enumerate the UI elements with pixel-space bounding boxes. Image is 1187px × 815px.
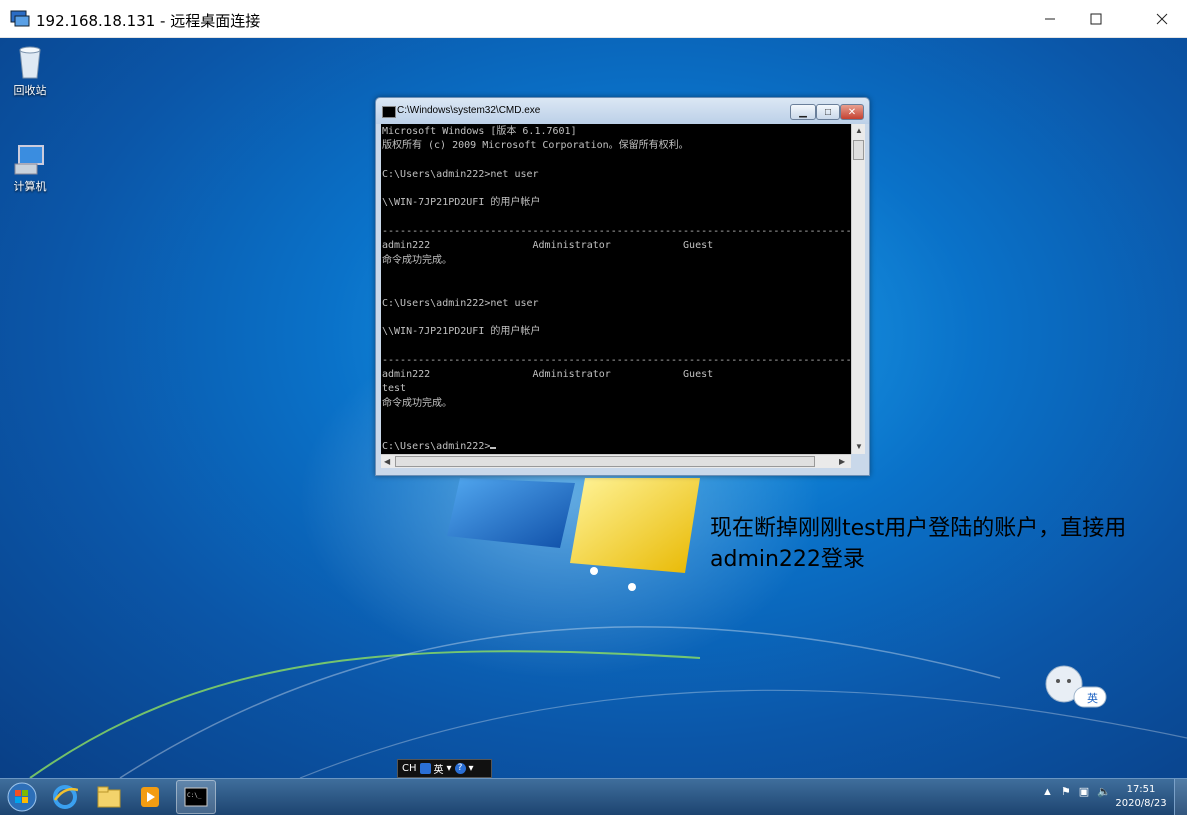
rdp-title-bar: 192.168.18.131 - 远程桌面连接 (0, 0, 1187, 38)
cmd-line: 命令成功完成。 (382, 397, 452, 409)
scroll-right-icon[interactable]: ▶ (839, 457, 845, 466)
cmd-line: 版权所有 (c) 2009 Microsoft Corporation。保留所有… (382, 140, 689, 152)
remote-desktop-icon (10, 10, 30, 27)
computer-label: 计算机 (13, 180, 47, 193)
maximize-button[interactable] (1073, 0, 1119, 38)
internet-explorer-icon (53, 785, 78, 809)
recycle-bin-icon (19, 46, 41, 79)
cmd-icon: C:\_ (184, 787, 208, 807)
cmd-output: Microsoft Windows [版本 6.1.7601] 版权所有 (c)… (381, 124, 851, 454)
cmd-line: Microsoft Windows [版本 6.1.7601] (382, 126, 577, 137)
cmd-title-bar[interactable]: C:\Windows\system32\CMD.exe ▁ □ ✕ (376, 98, 869, 124)
clock-date: 2020/8/23 (1115, 798, 1167, 809)
ime-help[interactable]: ? (454, 763, 466, 774)
minimize-button[interactable] (1027, 0, 1073, 38)
cmd-line: C:\Users\admin222>net user (382, 297, 539, 309)
clock-time: 17:51 (1126, 784, 1156, 795)
cmd-close-button[interactable]: ✕ (840, 104, 864, 120)
taskbar-internet-explorer[interactable] (45, 780, 85, 814)
cmd-minimize-button[interactable]: ▁ (790, 104, 816, 120)
scroll-down-icon[interactable]: ▼ (855, 442, 863, 451)
rdp-window-title: 192.168.18.131 - 远程桌面连接 (36, 12, 261, 30)
ime-dropdown-icon[interactable]: ▾ (447, 763, 452, 774)
desktop-icon-computer[interactable]: 计算机 (0, 144, 60, 194)
assistant-icon (1045, 665, 1107, 708)
recycle-bin-label: 回收站 (13, 84, 47, 97)
cmd-window[interactable]: C:\Windows\system32\CMD.exe ▁ □ ✕ Micros… (375, 97, 870, 476)
system-tray: ▲ ⚑ ▣ 🔈 (1042, 785, 1111, 799)
vertical-scrollbar[interactable]: ▲ ▼ (851, 124, 865, 454)
cmd-console[interactable]: Microsoft Windows [版本 6.1.7601] 版权所有 (c)… (381, 124, 851, 454)
cmd-line: \\WIN-7JP21PD2UFI 的用户帐户 (382, 197, 541, 209)
vertical-scroll-thumb[interactable] (853, 140, 864, 160)
scroll-up-icon[interactable]: ▲ (855, 126, 863, 135)
cmd-window-title: C:\Windows\system32\CMD.exe (397, 105, 541, 116)
assistant-label: 英 (1087, 693, 1098, 705)
cmd-cursor (490, 446, 497, 449)
ime-menu-icon[interactable]: ▾ (469, 763, 474, 774)
flag-icon[interactable]: ⚑ (1061, 785, 1071, 798)
maximize-icon: □ (824, 106, 832, 118)
taskbar-file-explorer[interactable] (89, 780, 129, 814)
cmd-line: admin222 Administrator Guest (382, 369, 714, 381)
volume-icon[interactable]: 🔈 (1097, 785, 1111, 798)
start-button[interactable] (2, 780, 42, 814)
minimize-icon: ▁ (799, 106, 807, 118)
cmd-line: C:\Users\admin222>net user (382, 168, 539, 180)
taskbar-media-player[interactable] (130, 780, 170, 814)
network-icon[interactable]: ▣ (1079, 785, 1089, 798)
cmd-line: 命令成功完成。 (382, 254, 452, 266)
close-icon: ✕ (847, 106, 857, 118)
cmd-app-icon (382, 106, 396, 118)
desktop: 回收站 计算机 现在断掉刚刚test用户登陆的账户，直接用admin222登录 … (0, 38, 1187, 778)
windows-start-icon (7, 782, 37, 812)
clock[interactable]: 17:51 2020/8/23 (1114, 783, 1168, 811)
close-button[interactable] (1139, 0, 1185, 38)
maximize-icon (1090, 13, 1102, 25)
ime-toolbar[interactable]: CH 英 ▾ ? ▾ (397, 759, 492, 778)
svg-text:C:\_: C:\_ (187, 792, 202, 799)
taskbar: C:\_ ▲ ⚑ ▣ 🔈 17:51 2020/8/23 (0, 778, 1187, 815)
show-hidden-icons-icon[interactable]: ▲ (1042, 786, 1053, 798)
ime-logo-icon (419, 763, 431, 774)
computer-icon (14, 145, 44, 175)
floating-assistant[interactable]: 英 (1044, 663, 1108, 709)
minimize-icon (1045, 18, 1055, 20)
cmd-maximize-button[interactable]: □ (816, 104, 840, 120)
close-icon (1156, 13, 1168, 25)
scroll-left-icon[interactable]: ◀ (384, 457, 390, 466)
cmd-line: C:\Users\admin222> (382, 440, 491, 452)
desktop-icon-recycle-bin[interactable]: 回收站 (0, 44, 60, 98)
folder-icon (97, 786, 121, 808)
show-desktop-button[interactable] (1174, 779, 1187, 815)
cmd-line: ----------------------------------------… (382, 226, 851, 238)
annotation-text: 现在断掉刚刚test用户登陆的账户，直接用admin222登录 (710, 516, 1127, 572)
taskbar-cmd[interactable]: C:\_ (176, 780, 216, 814)
ime-lang[interactable]: CH (402, 763, 417, 774)
cmd-line: test (382, 383, 407, 395)
cmd-line: \\WIN-7JP21PD2UFI 的用户帐户 (382, 326, 541, 338)
horizontal-scroll-thumb[interactable] (395, 456, 815, 467)
ime-mode[interactable]: 英 (434, 761, 444, 776)
cmd-line: ----------------------------------------… (382, 354, 851, 366)
cmd-line: admin222 Administrator Guest (382, 240, 714, 252)
media-player-icon (141, 787, 159, 807)
horizontal-scrollbar[interactable]: ◀ ▶ (381, 454, 851, 468)
